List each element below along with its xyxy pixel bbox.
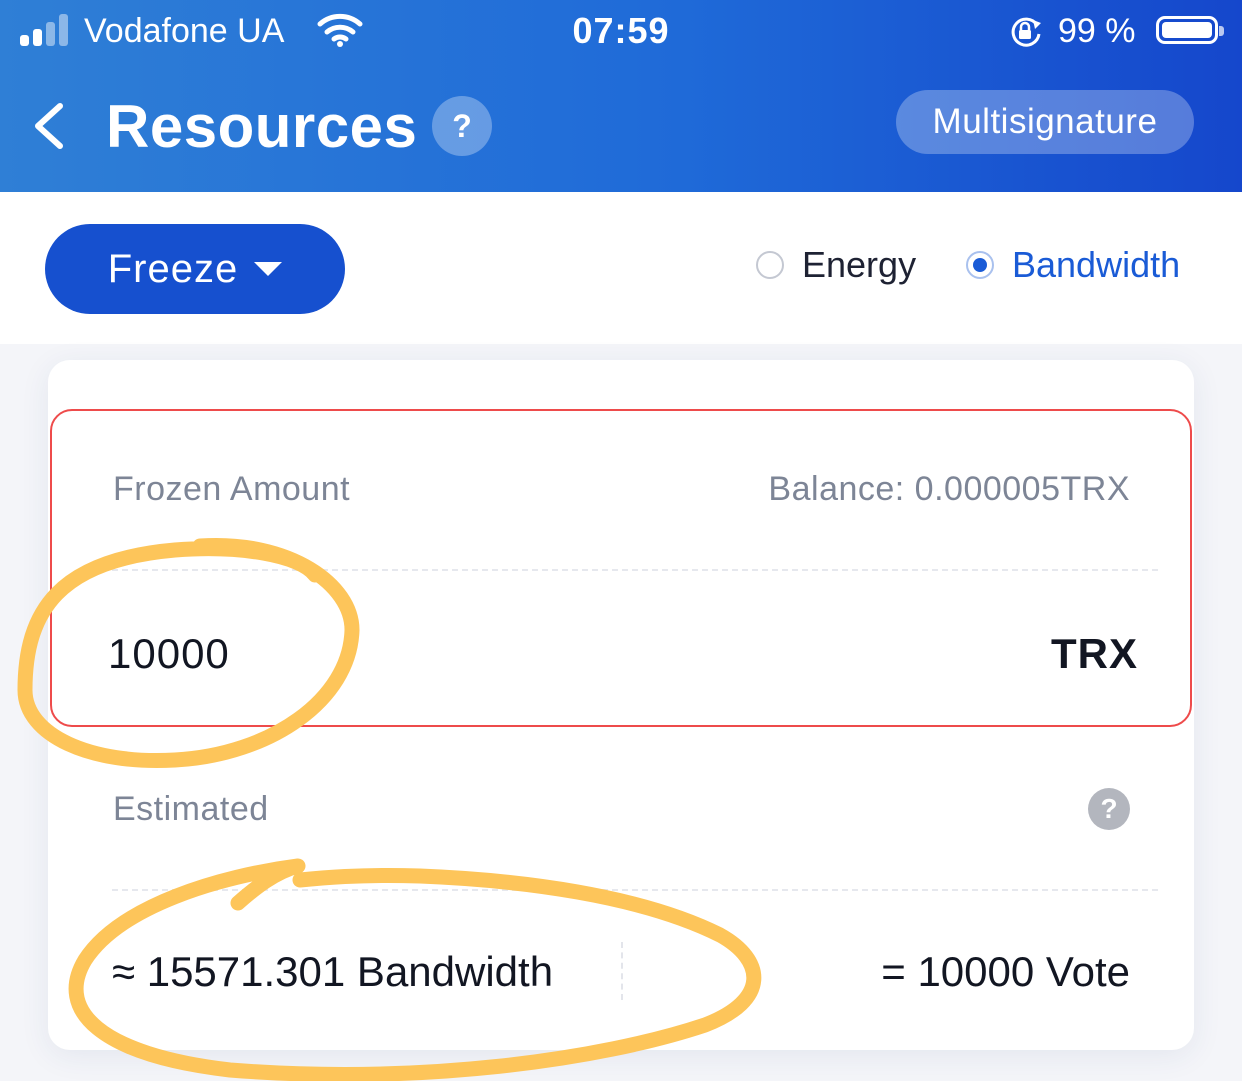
status-bar: Vodafone UA 07:59 99 % (0, 0, 1242, 64)
frozen-amount-box[interactable] (50, 409, 1192, 727)
rotation-lock-icon (1008, 16, 1044, 53)
status-time: 07:59 (572, 10, 670, 51)
currency-unit: TRX (1051, 630, 1138, 677)
freeze-label: Freeze (107, 246, 239, 291)
caret-down-icon (254, 262, 283, 276)
estimated-votes: = 10000 Vote (881, 948, 1130, 995)
battery-level (1162, 22, 1212, 38)
radio-energy-label: Energy (802, 244, 917, 285)
battery-icon (1156, 16, 1224, 44)
radio-circle (966, 251, 994, 279)
app-header: Vodafone UA 07:59 99 % Resources ? Multi… (0, 0, 1242, 192)
multisignature-button[interactable]: Multisignature (896, 90, 1194, 154)
question-icon[interactable]: ? (1088, 788, 1130, 830)
radio-bandwidth-label: Bandwidth (1012, 244, 1181, 285)
chevron-left-icon (35, 103, 63, 149)
question-icon: ? (452, 107, 472, 144)
battery-percent: 99 % (1058, 12, 1136, 50)
help-button[interactable]: ? (432, 96, 492, 156)
divider (112, 889, 1158, 891)
radio-circle (756, 251, 784, 279)
balance-text: Balance: 0.000005TRX (768, 470, 1130, 508)
estimated-label: Estimated (113, 790, 269, 828)
radio-energy[interactable]: Energy (756, 244, 916, 286)
page-title: Resources (106, 93, 418, 160)
resource-controls: Freeze Energy Bandwidth (0, 192, 1242, 344)
estimated-bandwidth: ≈ 15571.301 Bandwidth (112, 948, 554, 995)
back-button[interactable] (26, 96, 76, 156)
frozen-amount-label: Frozen Amount (113, 470, 351, 508)
divider (112, 569, 1158, 571)
vertical-divider (621, 942, 623, 1000)
frozen-amount-input[interactable]: 10000 (108, 630, 230, 678)
freeze-dropdown[interactable]: Freeze (45, 224, 345, 314)
radio-bandwidth[interactable]: Bandwidth (966, 244, 1180, 286)
